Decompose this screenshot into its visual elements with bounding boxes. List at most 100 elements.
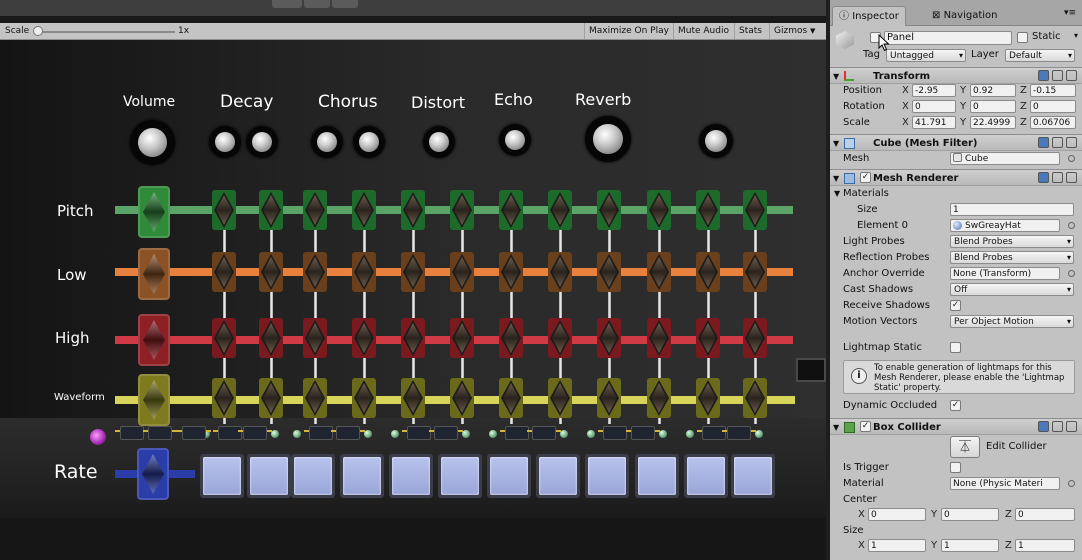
fold-arrow-icon[interactable]: ▼ [833,170,839,187]
rate-step-pad[interactable] [438,454,482,498]
step-slider[interactable] [499,378,523,418]
step-slider[interactable] [401,318,425,358]
reverb-knob[interactable] [585,116,631,162]
gear-icon[interactable] [1066,421,1077,432]
step-slider[interactable] [548,318,572,358]
step-slider[interactable] [401,252,425,292]
step-slider[interactable] [548,252,572,292]
object-picker-icon[interactable] [1068,270,1075,277]
step-slider[interactable] [212,252,236,292]
step-slider[interactable] [303,318,327,358]
step-slider[interactable] [212,318,236,358]
play-button[interactable] [272,0,302,8]
light-probes-dropdown[interactable]: Blend Probes [950,235,1074,248]
is-trigger-checkbox[interactable] [950,462,961,473]
layer-dropdown[interactable]: Default [1005,49,1075,62]
scale-y-field[interactable]: 22.4999 [970,116,1016,129]
preset-icon[interactable] [1052,421,1063,432]
step-slider[interactable] [212,378,236,418]
step-slider[interactable] [499,252,523,292]
step-slider[interactable] [499,190,523,230]
materials-row[interactable]: ▼ Materials [830,186,1082,202]
tab-inspector[interactable]: ⓘ Inspector [832,6,906,26]
step-slider[interactable] [401,190,425,230]
center-y-field[interactable]: 0 [941,508,999,521]
step-slider[interactable] [450,318,474,358]
box-collider-enabled-checkbox[interactable]: ✓ [860,421,871,432]
step-slider[interactable] [743,378,767,418]
rate-step-pad[interactable] [536,454,580,498]
step-button[interactable] [332,0,358,8]
rate-step-pad[interactable] [585,454,629,498]
step-slider[interactable] [597,252,621,292]
mesh-filter-header[interactable]: ▼ Cube (Mesh Filter) [830,134,1082,151]
chorus-knob-1[interactable] [311,126,343,158]
object-picker-icon[interactable] [1068,480,1075,487]
motion-vectors-dropdown[interactable]: Per Object Motion [950,315,1074,328]
rate-main-slider[interactable] [137,448,169,500]
low-main-slider[interactable] [138,248,170,300]
distort-knob[interactable] [423,126,455,158]
step-slider[interactable] [696,252,720,292]
object-name-field[interactable]: Panel [884,31,1012,45]
materials-size-field[interactable]: 1 [950,203,1074,216]
help-icon[interactable] [1038,70,1049,81]
rotation-z-field[interactable]: 0 [1030,100,1076,113]
rate-step-pad[interactable] [389,454,433,498]
dynamic-occluded-checkbox[interactable]: ✓ [950,400,961,411]
receive-shadows-checkbox[interactable]: ✓ [950,300,961,311]
size-z-field[interactable]: 1 [1015,539,1075,552]
step-slider[interactable] [259,378,283,418]
step-slider[interactable] [352,318,376,358]
step-slider[interactable] [352,190,376,230]
mesh-field[interactable]: Cube [950,152,1060,165]
mute-audio-button[interactable]: Mute Audio [673,23,733,39]
object-picker-icon[interactable] [1068,155,1075,162]
step-slider[interactable] [352,378,376,418]
gear-icon[interactable] [1066,70,1077,81]
scale-slider-handle[interactable] [33,26,43,36]
step-slider[interactable] [548,190,572,230]
step-slider[interactable] [647,378,671,418]
rate-step-pad[interactable] [340,454,384,498]
gizmos-button[interactable]: Gizmos ▼ [769,23,819,39]
rate-step-pad[interactable] [487,454,531,498]
help-icon[interactable] [1038,172,1049,183]
step-slider[interactable] [303,378,327,418]
step-slider[interactable] [597,378,621,418]
step-slider[interactable] [259,252,283,292]
center-x-field[interactable]: 0 [868,508,926,521]
scale-slider-track[interactable] [35,31,175,33]
step-slider[interactable] [450,378,474,418]
pitch-main-slider[interactable] [138,186,170,238]
step-slider[interactable] [212,190,236,230]
step-slider[interactable] [303,190,327,230]
mesh-renderer-header[interactable]: ▼ ✓ Mesh Renderer [830,169,1082,186]
step-slider[interactable] [450,190,474,230]
step-slider[interactable] [647,190,671,230]
rotation-y-field[interactable]: 0 [970,100,1016,113]
step-slider[interactable] [743,252,767,292]
transform-header[interactable]: ▼ Transform [830,67,1082,84]
rate-step-pad[interactable] [731,454,775,498]
stats-button[interactable]: Stats [734,23,766,39]
cast-shadows-dropdown[interactable]: Off [950,283,1074,296]
volume-knob[interactable] [130,120,175,165]
step-slider[interactable] [259,318,283,358]
step-slider[interactable] [696,190,720,230]
fold-arrow-icon[interactable]: ▼ [833,135,839,152]
help-icon[interactable] [1038,137,1049,148]
step-slider[interactable] [743,190,767,230]
step-slider[interactable] [647,252,671,292]
step-slider[interactable] [548,378,572,418]
decay-knob-2[interactable] [246,126,278,158]
reflection-probes-dropdown[interactable]: Blend Probes [950,251,1074,264]
tab-navigation[interactable]: ⊠ Navigation [926,6,1004,26]
step-slider[interactable] [597,190,621,230]
edit-collider-button[interactable]: ⏄ [950,436,980,458]
rate-step-pad[interactable] [684,454,728,498]
position-y-field[interactable]: 0.92 [970,84,1016,97]
gear-icon[interactable] [1066,172,1077,183]
tag-dropdown[interactable]: Untagged [886,49,966,62]
step-slider[interactable] [450,252,474,292]
